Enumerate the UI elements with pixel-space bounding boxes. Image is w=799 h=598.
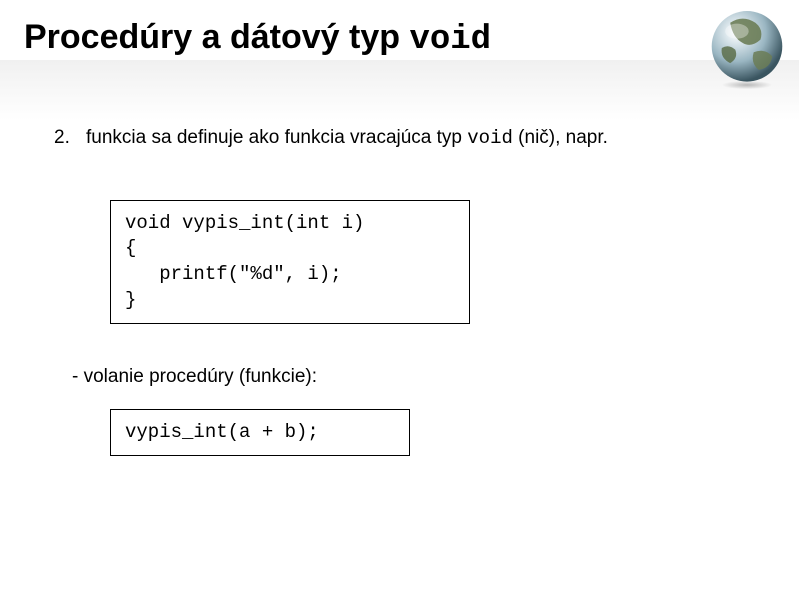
slide-title: Procedúry a dátový typ void [0, 0, 799, 65]
list-text-code: void [467, 127, 513, 149]
code-block-definition: void vypis_int(int i) { printf("%d", i);… [110, 200, 470, 325]
code-block-call: vypis_int(a + b); [110, 409, 410, 457]
list-item-2: 2. funkcia sa definuje ako funkcia vraca… [54, 125, 759, 152]
list-text: funkcia sa definuje ako funkcia vracajúc… [86, 125, 608, 152]
content-area: 2. funkcia sa definuje ako funkcia vraca… [0, 65, 799, 456]
list-number: 2. [54, 125, 76, 152]
sub-item-call: - volanie procedúry (funkcie): [72, 364, 759, 391]
list-text-before: funkcia sa definuje ako funkcia vracajúc… [86, 127, 467, 148]
title-code: void [409, 21, 491, 59]
title-text: Procedúry a dátový typ [24, 18, 409, 56]
list-text-after: (nič), napr. [513, 127, 608, 148]
